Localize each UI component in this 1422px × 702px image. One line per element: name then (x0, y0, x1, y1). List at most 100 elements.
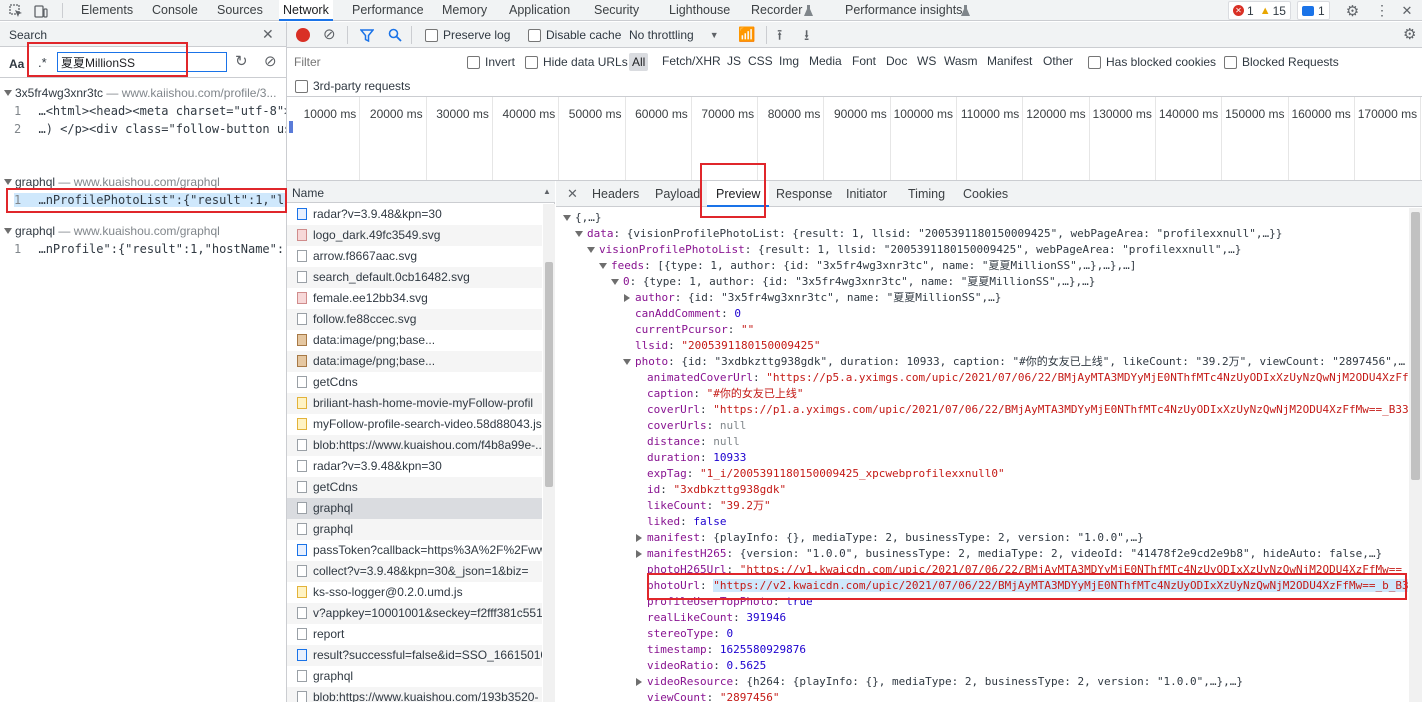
type-filter-css[interactable]: CSS (748, 54, 773, 68)
request-row[interactable]: graphql (287, 519, 542, 540)
expand-triangle-open-icon[interactable] (563, 215, 571, 221)
filter-input[interactable] (291, 53, 454, 71)
expand-triangle-closed-icon[interactable] (636, 550, 642, 558)
json-property-row[interactable]: visionProfilePhotoList: {result: 1, llsi… (599, 242, 1241, 258)
device-toolbar-icon[interactable] (33, 3, 49, 18)
request-row[interactable]: radar?v=3.9.48&kpn=30 (287, 204, 542, 225)
clear-search-icon[interactable]: ⊘ (264, 52, 277, 70)
expand-triangle-open-icon[interactable] (623, 359, 631, 365)
throttling-select[interactable]: No throttling ▼ (629, 28, 719, 42)
request-row[interactable]: data:image/png;base... (287, 330, 542, 351)
request-row[interactable]: logo_dark.49fc3549.svg (287, 225, 542, 246)
import-har-icon[interactable]: ⭱ (777, 25, 782, 50)
request-row[interactable]: female.ee12bb34.svg (287, 288, 542, 309)
request-row[interactable]: ks-sso-logger@0.2.0.umd.js (287, 582, 542, 603)
request-row[interactable]: v?appkey=10001001&seckey=f2fff381c551 (287, 603, 542, 624)
clear-log-icon[interactable]: ⊘ (323, 25, 336, 43)
tab-response[interactable]: Response (776, 181, 832, 207)
type-filter-doc[interactable]: Doc (886, 54, 907, 68)
expand-triangle-open-icon[interactable] (599, 263, 607, 269)
type-filter-all[interactable]: All (629, 53, 649, 71)
tab-lighthouse[interactable]: Lighthouse (667, 0, 732, 21)
request-row[interactable]: blob:https://www.kuaishou.com/f4b8a99e-.… (287, 435, 542, 456)
third-party-requests-checkbox[interactable]: 3rd-party requests (295, 79, 410, 93)
search-result-file[interactable]: 3x5fr4wg3xnr3tc — www.kaiishou.com/profi… (15, 86, 285, 100)
expand-triangle-open-icon[interactable] (611, 279, 619, 285)
tab-console[interactable]: Console (150, 0, 200, 21)
record-button[interactable] (296, 28, 310, 42)
request-row[interactable]: data:image/png;base... (287, 351, 542, 372)
name-column-header[interactable]: Name (292, 186, 324, 200)
tab-elements[interactable]: Elements (79, 0, 135, 21)
more-options-icon[interactable]: ⋮ (1375, 2, 1389, 19)
inspect-element-icon[interactable] (8, 3, 24, 18)
request-row[interactable]: arrow.f8667aac.svg (287, 246, 542, 267)
disable-cache-checkbox[interactable]: Disable cache (528, 28, 621, 42)
tab-performance[interactable]: Performance (350, 0, 426, 21)
expand-triangle-closed-icon[interactable] (636, 678, 642, 686)
json-property-row[interactable]: photo: {id: "3xdbkzttg938gdk", duration:… (635, 354, 1405, 370)
tab-headers[interactable]: Headers (592, 181, 639, 207)
type-filter-manifest[interactable]: Manifest (987, 54, 1032, 68)
request-row[interactable]: getCdns (287, 477, 542, 498)
filter-funnel-icon[interactable] (360, 28, 374, 42)
tab-timing[interactable]: Timing (908, 181, 945, 207)
export-har-icon[interactable]: ⭳ (804, 25, 809, 50)
json-property-row[interactable]: feeds: [{type: 1, author: {id: "3x5fr4wg… (611, 258, 1136, 274)
request-list-scrollbar[interactable] (543, 204, 555, 702)
request-row[interactable]: graphql (287, 666, 542, 687)
json-property-row[interactable]: author: {id: "3x5fr4wg3xnr3tc", name: "夏… (635, 290, 1001, 306)
settings-gear-icon[interactable]: ⚙ (1344, 2, 1361, 20)
request-row[interactable]: graphql (287, 498, 542, 519)
request-row[interactable]: radar?v=3.9.48&kpn=30 (287, 456, 542, 477)
type-filter-js[interactable]: JS (727, 54, 741, 68)
json-property-row[interactable]: manifest: {playInfo: {}, mediaType: 2, b… (647, 530, 1144, 546)
tab-performance-insights[interactable]: Performance insights (843, 0, 964, 21)
preserve-log-checkbox[interactable]: Preserve log (425, 28, 510, 42)
search-result-line[interactable]: 1 …<html><head><meta charset="utf-8"><me… (14, 104, 286, 118)
has-blocked-cookies-checkbox[interactable]: Has blocked cookies (1088, 55, 1216, 69)
json-property-row[interactable]: {,…} (575, 210, 602, 226)
close-details-icon[interactable]: ✕ (567, 186, 578, 202)
tab-application[interactable]: Application (507, 0, 572, 21)
issues-counter[interactable]: ✕ 1 ▲ 15 (1228, 1, 1291, 20)
search-icon[interactable] (387, 27, 402, 42)
network-settings-gear-icon[interactable]: ⚙ (1403, 25, 1416, 43)
close-devtools-icon[interactable]: ✕ (1400, 2, 1414, 19)
json-property-row[interactable]: 0: {type: 1, author: {id: "3x5fr4wg3xnr3… (623, 274, 1095, 290)
json-property-row[interactable]: manifestH265: {version: "1.0.0", busines… (647, 546, 1382, 562)
tab-payload[interactable]: Payload (655, 181, 700, 207)
request-row[interactable]: result?successful=false&id=SSO_16615010 (287, 645, 542, 666)
tab-security[interactable]: Security (592, 0, 641, 21)
request-row[interactable]: getCdns (287, 372, 542, 393)
request-row[interactable]: myFollow-profile-search-video.58d88043.j… (287, 414, 542, 435)
tab-network[interactable]: Network (279, 0, 333, 21)
messages-counter[interactable]: 1 (1297, 1, 1330, 20)
type-filter-fetch-xhr[interactable]: Fetch/XHR (662, 54, 721, 68)
search-result-line[interactable]: 2 …) </p><div class="follow-button user-… (14, 122, 286, 136)
network-conditions-icon[interactable]: 📶 (738, 26, 755, 43)
tab-cookies[interactable]: Cookies (963, 181, 1008, 207)
expand-triangle-closed-icon[interactable] (624, 294, 630, 302)
timeline-overview[interactable]: 10000 ms 20000 ms 30000 ms 40000 ms 50000 ms… (287, 97, 1422, 181)
type-filter-ws[interactable]: WS (917, 54, 936, 68)
json-property-row[interactable]: videoResource: {h264: {playInfo: {}, med… (647, 674, 1243, 690)
type-filter-other[interactable]: Other (1043, 54, 1073, 68)
type-filter-wasm[interactable]: Wasm (944, 54, 978, 68)
request-row[interactable]: follow.fe88ccec.svg (287, 309, 542, 330)
request-row[interactable]: collect?v=3.9.48&kpn=30&_json=1&biz= (287, 561, 542, 582)
request-row[interactable]: briliant-hash-home-movie-myFollow-profil (287, 393, 542, 414)
expand-triangle-closed-icon[interactable] (636, 534, 642, 542)
invert-checkbox[interactable]: Invert (467, 55, 515, 69)
tab-recorder[interactable]: Recorder (749, 0, 804, 21)
scrollbar-thumb[interactable] (545, 262, 553, 487)
scrollbar-thumb[interactable] (1411, 212, 1420, 480)
request-row[interactable]: blob:https://www.kuaishou.com/193b3520- (287, 687, 542, 702)
preview-scrollbar[interactable] (1409, 208, 1422, 702)
match-case-toggle[interactable]: Aa (9, 57, 24, 71)
expand-triangle-open-icon[interactable] (587, 247, 595, 253)
search-result-file[interactable]: graphql — www.kuaishou.com/graphql (15, 175, 285, 189)
json-property-row[interactable]: data: {visionProfilePhotoList: {result: … (587, 226, 1282, 242)
request-row[interactable]: report (287, 624, 542, 645)
refresh-search-icon[interactable]: ↻ (235, 52, 248, 70)
